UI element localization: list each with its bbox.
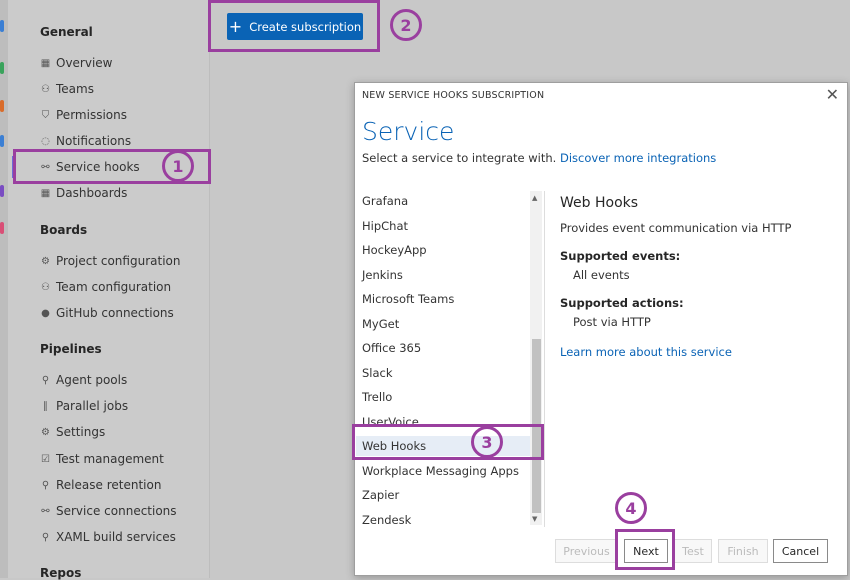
- project-settings-sidebar: General ▦ Overview ⚇ Teams ⛉ Permissions ◌ N…: [8, 0, 210, 580]
- service-item-zapier[interactable]: Zapier: [362, 485, 399, 505]
- sidebar-item-permissions[interactable]: ⛉ Permissions: [40, 104, 127, 126]
- service-item-zendesk[interactable]: Zendesk: [362, 510, 411, 528]
- step-number-1: 1: [162, 150, 194, 182]
- notifications-icon: ◌: [41, 135, 50, 147]
- service-item-trello[interactable]: Trello: [362, 387, 392, 407]
- section-title-boards: Boards: [40, 223, 88, 237]
- sidebar-item-settings[interactable]: ⚙ Settings: [40, 421, 105, 443]
- service-item-jenkins[interactable]: Jenkins: [362, 265, 403, 285]
- sidebar-item-release-retention[interactable]: ⚲ Release retention: [40, 474, 162, 496]
- supported-actions-label: Supported actions:: [560, 296, 684, 310]
- team-config-icon: ⚇: [41, 281, 50, 293]
- scroll-down-icon[interactable]: ▼: [532, 515, 537, 523]
- sidebar-item-service-connections[interactable]: ⚯ Service connections: [40, 500, 176, 522]
- sidebar-item-team-configuration[interactable]: ⚇ Team configuration: [40, 276, 171, 298]
- activity-icon-3[interactable]: [0, 100, 4, 112]
- sidebar-item-teams[interactable]: ⚇ Teams: [40, 78, 94, 100]
- teams-icon: ⚇: [41, 83, 50, 95]
- xaml-build-icon: ⚲: [41, 531, 50, 543]
- supported-events-label: Supported events:: [560, 249, 681, 263]
- activity-icon-2[interactable]: [0, 62, 4, 74]
- sidebar-item-project-configuration[interactable]: ⚙ Project configuration: [40, 250, 180, 272]
- highlight-box-next: [615, 529, 675, 570]
- sidebar-item-github-connections[interactable]: ● GitHub connections: [40, 302, 174, 324]
- test-button[interactable]: Test: [674, 539, 712, 563]
- step-number-3: 3: [471, 426, 503, 458]
- service-item-grafana[interactable]: Grafana: [362, 191, 408, 211]
- release-retention-icon: ⚲: [41, 479, 50, 491]
- parallel-jobs-icon: ∥: [43, 400, 48, 412]
- section-title-general: General: [40, 25, 93, 39]
- service-detail-title: Web Hooks: [560, 195, 639, 211]
- step-number-4: 4: [615, 492, 647, 524]
- supported-events-value: All events: [573, 268, 630, 282]
- dialog-title: Service: [362, 117, 455, 146]
- cancel-button[interactable]: Cancel: [773, 539, 828, 563]
- service-item-office-365[interactable]: Office 365: [362, 338, 421, 358]
- activity-icon-5[interactable]: [0, 185, 4, 197]
- sidebar-item-agent-pools[interactable]: ⚲ Agent pools: [40, 369, 127, 391]
- sidebar-item-dashboards[interactable]: ▦ Dashboards: [40, 182, 128, 204]
- new-service-hooks-subscription-dialog: NEW SERVICE HOOKS SUBSCRIPTION ✕ Service…: [354, 82, 848, 576]
- discover-more-integrations-link[interactable]: Discover more integrations: [560, 151, 716, 165]
- test-management-icon: ☑: [41, 453, 50, 465]
- learn-more-link[interactable]: Learn more about this service: [560, 345, 732, 359]
- section-title-pipelines: Pipelines: [40, 342, 102, 356]
- close-icon[interactable]: ✕: [826, 85, 839, 104]
- service-item-hockeyapp[interactable]: HockeyApp: [362, 240, 427, 260]
- permissions-icon: ⛉: [41, 109, 50, 121]
- service-item-microsoft-teams[interactable]: Microsoft Teams: [362, 289, 454, 309]
- dashboards-icon: ▦: [40, 187, 51, 199]
- scroll-up-icon[interactable]: ▲: [532, 194, 537, 202]
- github-icon: ●: [41, 307, 50, 319]
- dialog-header: NEW SERVICE HOOKS SUBSCRIPTION: [362, 90, 545, 101]
- service-item-myget[interactable]: MyGet: [362, 314, 399, 334]
- highlight-box-web-hooks: [352, 424, 544, 460]
- supported-actions-value: Post via HTTP: [573, 315, 651, 329]
- service-list-scrollbar[interactable]: ▲ ▼: [530, 191, 542, 525]
- service-list: Grafana HipChat HockeyApp Jenkins Micros…: [356, 191, 545, 527]
- service-detail-description: Provides event communication via HTTP: [560, 221, 792, 235]
- sidebar-item-parallel-jobs[interactable]: ∥ Parallel jobs: [40, 395, 128, 417]
- previous-button[interactable]: Previous: [555, 539, 618, 563]
- agent-pools-icon: ⚲: [41, 374, 50, 386]
- sidebar-item-overview[interactable]: ▦ Overview: [40, 52, 113, 74]
- finish-button[interactable]: Finish: [718, 539, 768, 563]
- gear-icon: ⚙: [41, 426, 50, 438]
- activity-icon-4[interactable]: [0, 135, 4, 147]
- sidebar-item-xaml-build-services[interactable]: ⚲ XAML build services: [40, 526, 176, 548]
- service-item-slack[interactable]: Slack: [362, 363, 393, 383]
- activity-icon-1[interactable]: [0, 20, 4, 32]
- dialog-subtitle: Select a service to integrate with. Disc…: [362, 151, 717, 165]
- project-config-icon: ⚙: [41, 255, 50, 267]
- service-item-workplace-messaging-apps[interactable]: Workplace Messaging Apps: [362, 461, 519, 481]
- activity-bar: [0, 0, 8, 578]
- overview-icon: ▦: [40, 57, 51, 69]
- sidebar-item-test-management[interactable]: ☑ Test management: [40, 448, 164, 470]
- service-connections-icon: ⚯: [41, 505, 50, 517]
- step-number-2: 2: [390, 9, 422, 41]
- highlight-box-create-subscription: [208, 0, 380, 52]
- service-item-hipchat[interactable]: HipChat: [362, 216, 408, 236]
- activity-icon-6[interactable]: [0, 222, 4, 234]
